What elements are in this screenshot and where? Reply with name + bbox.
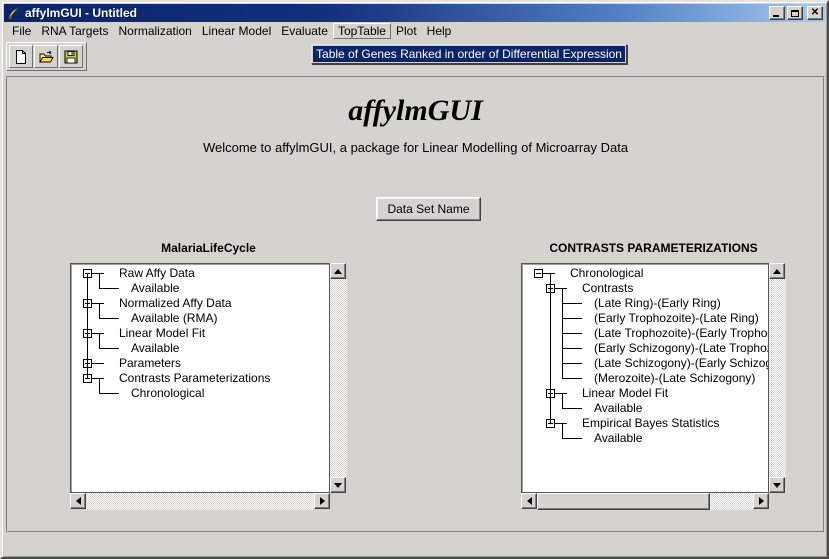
menu-file[interactable]: File <box>7 23 36 39</box>
menu-plot[interactable]: Plot <box>391 23 422 39</box>
arrow-left-icon <box>76 497 81 505</box>
left-tree-title: MalariaLifeCycle <box>70 241 347 255</box>
tree-node-label[interactable]: Empirical Bayes Statistics <box>582 416 719 431</box>
collapse-toggle[interactable] <box>534 269 543 278</box>
tree-node-label[interactable]: Raw Affy Data <box>119 266 195 281</box>
tree-node-label[interactable]: (Early Schizogony)-(Late Trophozoite) <box>594 341 769 356</box>
vertical-scrollbar[interactable] <box>769 263 786 493</box>
tree-node-label[interactable]: Linear Model Fit <box>582 386 668 401</box>
app-feather-icon <box>6 6 21 21</box>
scroll-down-button[interactable] <box>330 477 346 493</box>
open-file-button[interactable] <box>34 45 58 68</box>
arrow-up-icon <box>773 269 781 274</box>
tree-node-label[interactable]: Contrasts Parameterizations <box>119 371 270 386</box>
tree-node-label[interactable]: Available <box>594 401 642 416</box>
arrow-right-icon <box>759 497 764 505</box>
save-floppy-icon <box>63 49 79 65</box>
scrollbar-track[interactable] <box>86 493 314 510</box>
tree-node-label[interactable]: Chronological <box>131 386 204 401</box>
window-title: affylmGUI - Untitled <box>25 6 137 20</box>
tree-node-label[interactable]: Available (RMA) <box>131 311 217 326</box>
toptable-menu-popup: Table of Genes Ranked in order of Differ… <box>311 44 627 64</box>
scroll-up-button[interactable] <box>769 263 785 279</box>
open-folder-icon <box>38 49 54 65</box>
scrollbar-thumb[interactable] <box>537 493 710 510</box>
main-panel: affylmGUI Welcome to affylmGUI, a packag… <box>6 76 825 533</box>
maximize-button[interactable] <box>787 6 803 20</box>
close-icon: ✕ <box>811 8 819 18</box>
app-window: affylmGUI - Untitled ✕ File RNA Targets … <box>0 0 829 559</box>
new-file-button[interactable] <box>9 45 33 68</box>
menu-rna-targets[interactable]: RNA Targets <box>36 23 113 39</box>
welcome-text: Welcome to affylmGUI, a package for Line… <box>8 140 823 155</box>
scrollbar-track[interactable] <box>330 279 347 477</box>
menubar: File RNA Targets Normalization Linear Mo… <box>4 22 825 40</box>
tree-node-label[interactable]: (Merozoite)-(Late Schizogony) <box>594 371 755 386</box>
maximize-icon <box>791 10 799 17</box>
contrasts-tree-widget: ChronologicalContrasts(Late Ring)-(Early… <box>521 263 786 510</box>
horizontal-scrollbar[interactable] <box>70 493 330 510</box>
scroll-left-button[interactable] <box>70 493 86 509</box>
tree-node-label[interactable]: Available <box>594 431 642 446</box>
tree-node-label[interactable]: Available <box>131 281 179 296</box>
arrow-up-icon <box>334 269 342 274</box>
scrollbar-corner <box>769 493 786 510</box>
scroll-left-button[interactable] <box>521 493 537 509</box>
tree-node-label[interactable]: (Late Ring)-(Early Ring) <box>594 296 721 311</box>
menu-evaluate[interactable]: Evaluate <box>276 23 333 39</box>
arrow-left-icon <box>527 497 532 505</box>
tree-node-label[interactable]: (Late Trophozoite)-(Early Trophozoite) <box>594 326 769 341</box>
scroll-down-button[interactable] <box>769 477 785 493</box>
data-set-name-button[interactable]: Data Set Name <box>376 197 481 221</box>
arrow-down-icon <box>773 483 781 488</box>
titlebar[interactable]: affylmGUI - Untitled ✕ <box>4 4 825 22</box>
menu-normalization[interactable]: Normalization <box>114 23 197 39</box>
minimize-icon <box>773 15 779 17</box>
save-file-button[interactable] <box>59 45 83 68</box>
minimize-button[interactable] <box>769 6 785 20</box>
tree-node-label[interactable]: Normalized Affy Data <box>119 296 232 311</box>
toolbar <box>6 42 87 71</box>
dataset-tree[interactable]: Raw Affy DataAvailableNormalized Affy Da… <box>70 263 330 493</box>
tree-node-label[interactable]: (Late Schizogony)-(Early Schizogony) <box>594 356 769 371</box>
scrollbar-track[interactable] <box>537 493 753 510</box>
tree-node-label[interactable]: Parameters <box>119 356 181 371</box>
vertical-scrollbar[interactable] <box>330 263 347 493</box>
tree-node-label[interactable]: Chronological <box>570 266 643 281</box>
scrollbar-corner <box>330 493 347 510</box>
menu-item-table-of-genes[interactable]: Table of Genes Ranked in order of Differ… <box>313 46 625 62</box>
tree-node-label[interactable]: Available <box>131 341 179 356</box>
arrow-down-icon <box>334 483 342 488</box>
horizontal-scrollbar[interactable] <box>521 493 769 510</box>
contrasts-tree[interactable]: ChronologicalContrasts(Late Ring)-(Early… <box>521 263 769 493</box>
page-title: affylmGUI <box>8 94 823 128</box>
tree-node-label[interactable]: Linear Model Fit <box>119 326 205 341</box>
tree-node-label[interactable]: Contrasts <box>582 281 633 296</box>
scroll-right-button[interactable] <box>753 493 769 509</box>
dataset-tree-widget: Raw Affy DataAvailableNormalized Affy Da… <box>70 263 347 510</box>
new-document-icon <box>13 49 29 65</box>
scroll-right-button[interactable] <box>314 493 330 509</box>
menu-linear-model[interactable]: Linear Model <box>197 23 276 39</box>
menu-help[interactable]: Help <box>422 23 457 39</box>
menu-toptable[interactable]: TopTable <box>333 23 391 39</box>
arrow-right-icon <box>320 497 325 505</box>
right-tree-title: CONTRASTS PARAMETERIZATIONS <box>521 241 786 255</box>
tree-node-label[interactable]: (Early Trophozoite)-(Late Ring) <box>594 311 759 326</box>
scrollbar-track[interactable] <box>769 279 786 477</box>
scroll-up-button[interactable] <box>330 263 346 279</box>
close-button[interactable]: ✕ <box>807 6 823 20</box>
